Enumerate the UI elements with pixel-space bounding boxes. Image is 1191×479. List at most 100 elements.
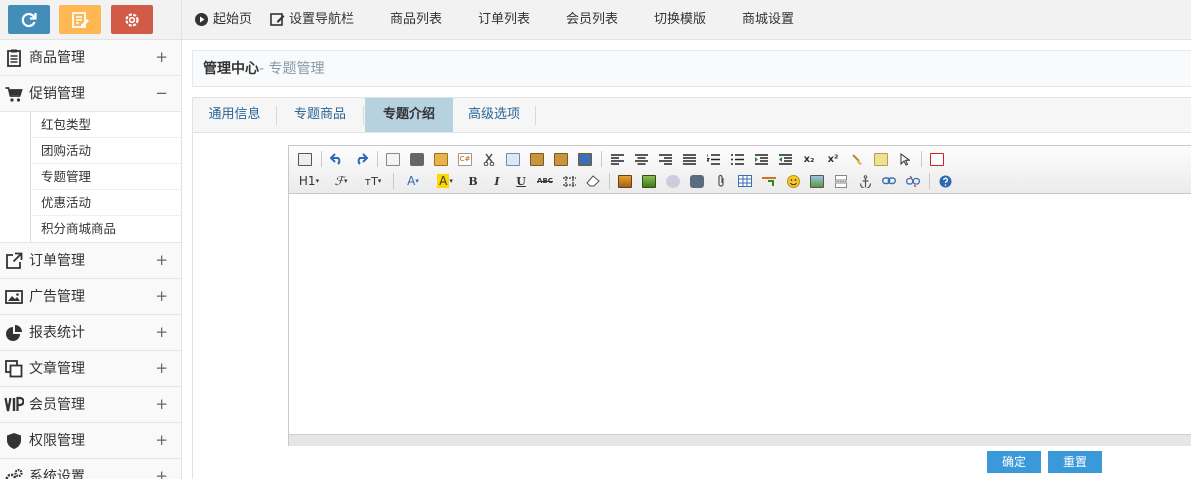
print-icon[interactable] [407,149,427,169]
nav-switch-template[interactable]: 切换模版 [654,11,706,28]
font-size-dropdown[interactable]: тT ▾ [359,171,387,191]
sidebar-item-system[interactable]: 系统设置 + [0,459,181,479]
sidebar-item-permissions[interactable]: 权限管理 + [0,423,181,459]
select-all-icon[interactable] [871,149,891,169]
italic-icon[interactable]: I [487,171,507,191]
paste-text-icon[interactable] [551,149,571,169]
sidebar-item-members[interactable]: 会员管理 + [0,387,181,423]
paste-word-icon[interactable] [575,149,595,169]
tab-divider [363,106,364,125]
nav-order-list[interactable]: 订单列表 [478,11,530,28]
submenu-item[interactable]: 团购活动 [30,138,181,164]
picture-icon[interactable] [807,171,827,191]
paste-icon[interactable] [527,149,547,169]
bold-icon[interactable]: B [463,171,483,191]
unordered-list-icon[interactable] [727,149,747,169]
expand-icon: + [155,287,168,305]
media-icon[interactable] [687,171,707,191]
flash-icon[interactable] [663,171,683,191]
link-icon[interactable] [879,171,899,191]
nav-shop-settings[interactable]: 商城设置 [742,11,794,28]
tab-topic-intro[interactable]: 专题介绍 [365,98,453,132]
expand-icon: + [155,467,168,479]
sidebar-item-articles[interactable]: 文章管理 + [0,351,181,387]
indent-icon[interactable] [751,149,771,169]
confirm-button[interactable]: 确定 [987,451,1041,473]
submenu-item[interactable]: 专题管理 [30,164,181,190]
nav-member-list[interactable]: 会员列表 [566,11,618,28]
expand-icon: + [155,323,168,341]
submenu-item[interactable]: 优惠活动 [30,190,181,216]
font-color-dropdown[interactable]: A ▾ [399,171,427,191]
ordered-list-icon[interactable] [703,149,723,169]
subscript-icon[interactable]: x₂ [799,149,819,169]
tab-general-info[interactable]: 通用信息 [193,98,276,132]
sidebar-item-product[interactable]: 商品管理 + [0,40,181,76]
align-left-icon[interactable] [607,149,627,169]
refresh-icon [21,12,37,27]
preview-icon[interactable] [383,149,403,169]
align-right-icon[interactable] [655,149,675,169]
nav-start-page[interactable]: 起始页 [194,11,252,28]
highlight-icon: A [437,174,450,188]
heading-dropdown[interactable]: H1 ▾ [295,171,323,191]
expand-icon: + [155,395,168,413]
reset-button[interactable]: 重置 [1048,451,1102,473]
copy-icon[interactable] [503,149,523,169]
vip-icon [4,396,24,412]
fullscreen-icon[interactable] [927,149,947,169]
cut-icon[interactable] [479,149,499,169]
redo-icon[interactable] [351,149,371,169]
attachment-icon[interactable] [711,171,731,191]
align-center-icon[interactable] [631,149,651,169]
settings-button[interactable] [111,5,153,34]
nav-set-navbar[interactable]: 设置导航栏 [270,11,354,28]
template-icon[interactable] [431,149,451,169]
emoticon-icon[interactable] [783,171,803,191]
horizontal-rule-icon[interactable] [759,171,779,191]
submenu-item[interactable]: 积分商城商品 [30,216,181,242]
anchor-icon[interactable] [855,171,875,191]
unlink-icon[interactable] [903,171,923,191]
strikethrough-icon[interactable]: ABC [535,171,555,191]
sidebar-item-reports[interactable]: 报表统计 + [0,315,181,351]
insert-image-icon[interactable] [615,171,635,191]
collapse-icon: − [155,84,168,102]
align-justify-icon[interactable] [679,149,699,169]
sidebar-item-label: 报表统计 [29,325,85,341]
editor-content-area[interactable] [289,194,1191,434]
highlight-color-dropdown[interactable]: A ▾ [431,171,459,191]
help-icon[interactable] [935,171,955,191]
submenu-promotion: 红包类型 团购活动 专题管理 优惠活动 积分商城商品 [0,112,181,243]
tab-bar: 通用信息 专题商品 专题介绍 高级选项 [193,98,1191,133]
multi-image-icon[interactable] [639,171,659,191]
code-icon[interactable]: C# [455,149,475,169]
superscript-icon[interactable]: x² [823,149,843,169]
refresh-button[interactable] [8,5,50,34]
nav-product-list[interactable]: 商品列表 [390,11,442,28]
submenu-item[interactable]: 红包类型 [30,112,181,138]
clear-format-icon[interactable] [847,149,867,169]
edit-button[interactable] [59,5,101,34]
font-family-dropdown[interactable]: ℱ ▾ [327,171,355,191]
eraser-icon[interactable] [583,171,603,191]
breadcrumb-root[interactable]: 管理中心 [203,61,259,77]
line-height-icon[interactable] [559,171,579,191]
sidebar-item-order[interactable]: 订单管理 + [0,243,181,279]
source-icon[interactable] [295,149,315,169]
submenu-item-label: 团购活动 [41,143,92,158]
editor-toolbar: C# x₂ x² H1 ▾ ℱ ▾ тT ▾ A ▾ A ▾ B I U ABC [289,146,1191,194]
sidebar-item-promotion[interactable]: 促销管理 − [0,76,181,112]
editor-resize-bar[interactable] [289,434,1191,446]
page-title: 管理中心- 专题管理 [203,61,325,78]
outdent-icon[interactable] [775,149,795,169]
sidebar-item-ads[interactable]: 广告管理 + [0,279,181,315]
table-icon[interactable] [735,171,755,191]
underline-icon[interactable]: U [511,171,531,191]
cursor-icon[interactable] [895,149,915,169]
tab-advanced[interactable]: 高级选项 [453,98,535,132]
pagebreak-icon[interactable] [831,171,851,191]
toolbar-divider [377,151,378,167]
tab-topic-goods[interactable]: 专题商品 [277,98,363,132]
undo-icon[interactable] [327,149,347,169]
